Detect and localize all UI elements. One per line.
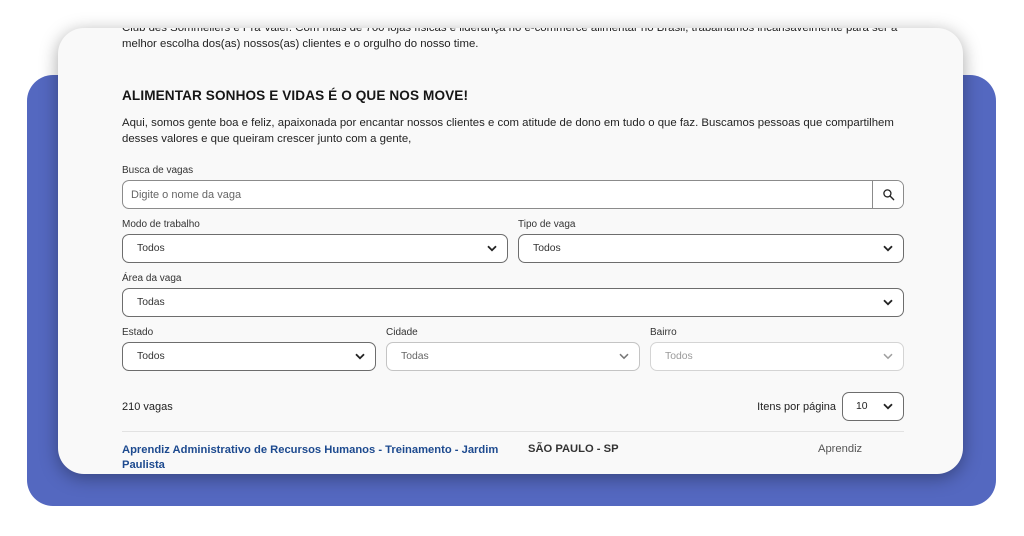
estado-label: Estado: [122, 327, 154, 338]
search-input[interactable]: [123, 181, 872, 208]
estado-select[interactable]: Todos: [122, 342, 376, 371]
per-page-select[interactable]: 10: [842, 392, 904, 421]
chevron-down-icon: [355, 353, 365, 360]
results-bar: 210 vagas Itens por página 10: [122, 392, 904, 421]
values-paragraph: Aqui, somos gente boa e feliz, apaixonad…: [122, 117, 894, 145]
bairro-select[interactable]: Todos: [650, 342, 904, 371]
modo-value: Todos: [137, 243, 165, 254]
chevron-down-icon: [883, 403, 893, 410]
cidade-value: Todas: [401, 351, 429, 362]
section-heading: ALIMENTAR SONHOS E VIDAS É O QUE NOS MOV…: [122, 88, 469, 103]
chevron-down-icon: [883, 299, 893, 306]
estado-value: Todos: [137, 351, 165, 362]
chevron-down-icon: [883, 353, 893, 360]
area-value: Todas: [137, 297, 165, 308]
tipo-select[interactable]: Todos: [518, 234, 904, 263]
modo-label: Modo de trabalho: [122, 219, 200, 230]
bairro-value: Todos: [665, 351, 693, 362]
filters-row-2: Área da vaga Todas: [122, 273, 904, 317]
job-type: Aprendiz: [818, 443, 863, 455]
search-button[interactable]: [872, 181, 903, 208]
job-row: Aprendiz Administrativo de Recursos Huma…: [122, 443, 904, 473]
search-box: [122, 180, 904, 209]
filters-row-3: Estado Todos Cidade Todas Bairro Todos: [122, 327, 904, 371]
area-filter: Área da vaga Todas: [122, 273, 904, 317]
search-label: Busca de vagas: [122, 165, 194, 176]
area-select[interactable]: Todas: [122, 288, 904, 317]
job-title-link[interactable]: Aprendiz Administrativo de Recursos Huma…: [122, 443, 528, 473]
per-page-label: Itens por página: [757, 400, 836, 413]
tipo-filter: Tipo de vaga Todos: [518, 219, 904, 263]
search-icon: [882, 189, 894, 201]
chevron-down-icon: [487, 245, 497, 252]
page-card: Club des Sommeliers e Pra Valer. Com mai…: [58, 28, 963, 474]
cidade-label: Cidade: [386, 327, 418, 338]
chevron-down-icon: [619, 353, 629, 360]
area-label: Área da vaga: [122, 273, 182, 284]
modo-filter: Modo de trabalho Todos: [122, 219, 508, 263]
per-page-control: Itens por página 10: [757, 392, 904, 421]
intro-text: Club des Sommeliers e Pra Valer. Com mai…: [122, 28, 898, 50]
job-location: SÃO PAULO - SP: [528, 443, 619, 455]
modo-select[interactable]: Todos: [122, 234, 508, 263]
search-block: Busca de vagas: [122, 165, 904, 209]
tipo-value: Todos: [533, 243, 561, 254]
bairro-filter: Bairro Todos: [650, 327, 904, 371]
divider: [122, 431, 904, 432]
per-page-value: 10: [856, 401, 868, 412]
results-count: 210 vagas: [122, 400, 173, 413]
cidade-select[interactable]: Todas: [386, 342, 640, 371]
careers-content: Club des Sommeliers e Pra Valer. Com mai…: [122, 28, 904, 473]
cidade-filter: Cidade Todas: [386, 327, 640, 371]
tipo-label: Tipo de vaga: [518, 219, 576, 230]
filters-row-1: Modo de trabalho Todos Tipo de vaga Todo…: [122, 219, 904, 263]
bairro-label: Bairro: [650, 327, 677, 338]
estado-filter: Estado Todos: [122, 327, 376, 371]
chevron-down-icon: [883, 245, 893, 252]
